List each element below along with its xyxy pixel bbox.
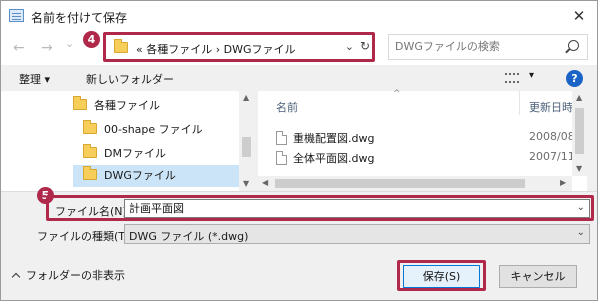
sort-indicator-icon: ^	[393, 89, 401, 99]
folder-icon	[73, 96, 87, 110]
forward-arrow-icon[interactable]: →	[41, 40, 53, 56]
tree-scrollbar[interactable]: ▲ ▼	[239, 91, 254, 191]
list-horizontal-scrollbar[interactable]: ◀ ▶	[258, 176, 572, 191]
view-options-icon[interactable]	[505, 73, 519, 83]
file-name: 全体平面図.dwg	[293, 152, 375, 165]
filetype-value: DWG ファイル (*.dwg)	[129, 230, 249, 243]
scroll-up-icon[interactable]: ▲	[576, 93, 582, 102]
column-header-date[interactable]: 更新日時	[529, 99, 573, 115]
navigation-bar: ← → ⌄ « 各種ファイル › DWGファイル ⌄ ↻ 4	[1, 31, 597, 65]
column-divider[interactable]	[519, 91, 520, 115]
tree-item-label: 00-shape ファイル	[104, 123, 203, 136]
save-dialog-icon	[9, 9, 24, 22]
section-divider	[1, 191, 597, 192]
scrollbar-thumb[interactable]	[242, 137, 251, 157]
scroll-left-icon[interactable]: ◀	[262, 178, 268, 187]
dialog-title: 名前を付けて保存	[31, 11, 128, 25]
scroll-right-icon[interactable]: ▶	[560, 178, 566, 187]
callout-badge-4: 4	[83, 31, 100, 48]
address-highlight-box	[103, 32, 375, 62]
title-bar: 名前を付けて保存 ✕	[1, 1, 597, 31]
filetype-select[interactable]: DWG ファイル (*.dwg) ⌄	[124, 224, 590, 244]
file-list: ^ 名前 更新日時 重機配置図.dwg 2008/08/0 全体平面図.dwg …	[258, 89, 587, 191]
tree-item-shape[interactable]: 00-shape ファイル	[83, 119, 203, 141]
save-highlight-box	[397, 260, 486, 291]
file-name: 重機配置図.dwg	[293, 132, 375, 145]
folder-tree: 各種ファイル 00-shape ファイル DMファイル DWGファイル ▲ ▼	[1, 91, 254, 191]
file-icon	[276, 151, 287, 165]
search-input[interactable]	[395, 40, 555, 53]
tree-item-label: 各種ファイル	[94, 99, 160, 112]
close-button[interactable]: ✕	[569, 6, 589, 26]
chevron-down-icon[interactable]: ⌄	[577, 227, 585, 238]
folder-icon	[83, 166, 97, 180]
hide-folders-label: フォルダーの非表示	[26, 269, 125, 282]
file-row[interactable]: 重機配置図.dwg 2008/08/0	[276, 128, 585, 148]
scrollbar-thumb[interactable]	[275, 179, 525, 188]
scrollbar-thumb[interactable]	[575, 108, 584, 154]
column-header-name[interactable]: 名前	[276, 99, 298, 115]
cancel-button[interactable]: キャンセル	[499, 265, 577, 288]
toolbar: 整理 ▾ 新しいフォルダー ▾ ?	[1, 65, 597, 91]
help-icon[interactable]: ?	[566, 70, 583, 87]
filetype-label: ファイルの種類(T):	[37, 230, 134, 243]
search-box[interactable]	[388, 34, 588, 60]
scroll-down-icon[interactable]: ▼	[576, 164, 582, 173]
filename-highlight-box	[46, 195, 594, 221]
chevron-up-icon	[11, 272, 21, 282]
folder-icon	[83, 144, 97, 158]
scroll-up-icon[interactable]: ▲	[243, 93, 249, 102]
back-arrow-icon[interactable]: ←	[13, 40, 25, 56]
hide-folders-toggle[interactable]: フォルダーの非表示	[11, 267, 125, 283]
tree-item-dm[interactable]: DMファイル	[83, 143, 166, 165]
scroll-down-icon[interactable]: ▼	[243, 179, 249, 188]
new-folder-button[interactable]: 新しいフォルダー	[86, 71, 174, 87]
list-vertical-scrollbar[interactable]: ▲ ▼	[572, 91, 587, 176]
tree-item-label: DMファイル	[104, 147, 166, 160]
view-dropdown-icon[interactable]: ▾	[529, 70, 534, 81]
search-icon[interactable]	[568, 40, 579, 51]
tree-item-kakushu[interactable]: 各種ファイル	[73, 95, 160, 117]
save-as-dialog: 名前を付けて保存 ✕ ← → ⌄ « 各種ファイル › DWGファイル ⌄ ↻ …	[0, 0, 598, 301]
recent-locations-icon[interactable]: ⌄	[65, 37, 74, 50]
tree-item-label: DWGファイル	[104, 169, 176, 182]
tree-item-dwg[interactable]: DWGファイル	[73, 165, 239, 187]
folder-icon	[83, 120, 97, 134]
file-icon	[276, 131, 287, 145]
file-row[interactable]: 全体平面図.dwg 2007/11/1	[276, 148, 585, 168]
organize-button[interactable]: 整理 ▾	[19, 71, 50, 87]
